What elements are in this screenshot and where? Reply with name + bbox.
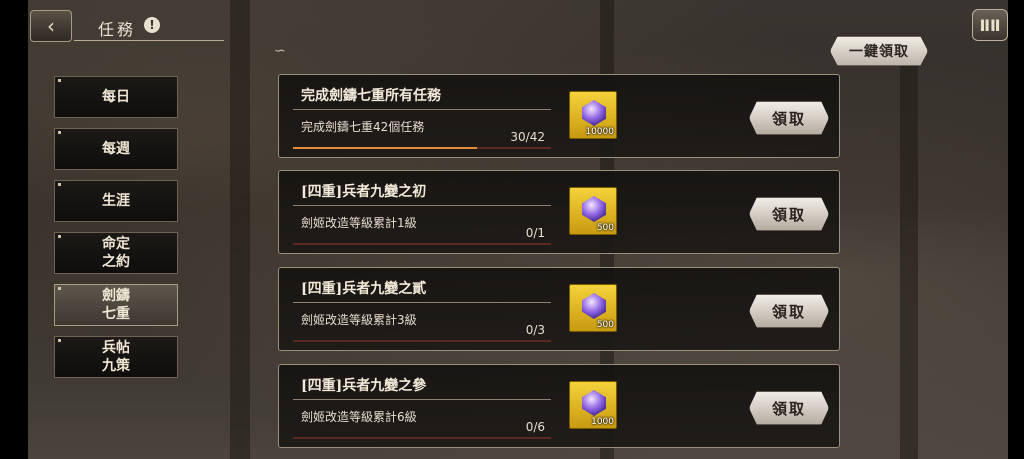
quest-title: [四重]兵者九變之貳 <box>301 281 427 297</box>
sidebar-tab-label: 兵帖 九策 <box>102 340 130 374</box>
quest-title: [四重]兵者九變之參 <box>301 378 427 394</box>
tab-corner-mark <box>58 79 61 82</box>
reward-amount: 500 <box>596 223 614 233</box>
sidebar-tab-2[interactable]: 生涯 <box>54 180 178 222</box>
quest-description: 劍姬改造等級累計3級 <box>301 313 417 327</box>
quest-title: [四重]兵者九變之初 <box>301 184 427 200</box>
menu-button[interactable]: ⅡⅡ <box>972 9 1008 41</box>
info-icon[interactable]: ! <box>144 17 160 33</box>
quest-progress-text: 0/1 <box>525 226 545 240</box>
reward-amount: 1000 <box>591 417 614 427</box>
quest-progress-text: 0/6 <box>525 420 545 434</box>
reward-item[interactable]: 500 <box>569 187 617 235</box>
quest-description: 完成劍鑄七重42個任務 <box>301 120 425 134</box>
quest-divider <box>293 302 551 303</box>
page-title: 任務 <box>98 20 137 39</box>
quest-divider <box>293 205 551 206</box>
quest-progress-bar <box>293 340 551 342</box>
sidebar-tab-label: 劍鑄 七重 <box>102 288 130 322</box>
quest-progress-bar <box>293 147 551 149</box>
quest-card: 完成劍鑄七重所有任務 完成劍鑄七重42個任務 30/42 10000 領取 <box>278 74 840 158</box>
quest-progress-bar <box>293 243 551 245</box>
reward-item[interactable]: 10000 <box>569 91 617 139</box>
sidebar-tab-0[interactable]: 每日 <box>54 76 178 118</box>
claim-all-button[interactable]: 一鍵領取 <box>830 36 928 66</box>
quest-card: [四重]兵者九變之參 劍姬改造等級累計6級 0/6 1000 領取 <box>278 364 840 448</box>
sidebar-tab-1[interactable]: 每週 <box>54 128 178 170</box>
quest-progress-fill <box>293 147 478 149</box>
gem-icon <box>582 100 606 126</box>
reward-item[interactable]: 1000 <box>569 381 617 429</box>
quest-progress-text: 30/42 <box>510 130 545 144</box>
sidebar-tab-label: 生涯 <box>102 193 130 209</box>
menu-grid-icon: ⅡⅡ <box>979 15 1001 35</box>
gem-icon <box>582 293 606 319</box>
reward-amount: 10000 <box>585 127 614 137</box>
sidebar-tab-label: 每週 <box>102 141 130 157</box>
quest-title: 完成劍鑄七重所有任務 <box>301 88 441 104</box>
tab-corner-mark <box>58 235 61 238</box>
gem-icon <box>582 196 606 222</box>
quest-card: [四重]兵者九變之初 劍姬改造等級累計1級 0/1 500 領取 <box>278 170 840 254</box>
left-frame <box>0 0 28 459</box>
decorative-swirl-icon: ∽ <box>274 43 286 59</box>
back-arrow-icon: ‹ <box>47 14 55 38</box>
gem-icon <box>582 390 606 416</box>
sidebar-tab-4[interactable]: 劍鑄 七重 <box>54 284 178 326</box>
claim-button[interactable]: 領取 <box>749 101 829 135</box>
reward-amount: 500 <box>596 320 614 330</box>
sidebar-tab-label: 每日 <box>102 89 130 105</box>
claim-button[interactable]: 領取 <box>749 391 829 425</box>
reward-item[interactable]: 500 <box>569 284 617 332</box>
quest-description: 劍姬改造等級累計6級 <box>301 410 417 424</box>
tab-corner-mark <box>58 287 61 290</box>
quest-progress-text: 0/3 <box>525 323 545 337</box>
sidebar-tab-5[interactable]: 兵帖 九策 <box>54 336 178 378</box>
quest-divider <box>293 399 551 400</box>
tab-corner-mark <box>58 183 61 186</box>
tab-corner-mark <box>58 339 61 342</box>
back-button[interactable]: ‹ <box>30 10 72 42</box>
quest-progress-bar <box>293 437 551 439</box>
quest-description: 劍姬改造等級累計1級 <box>301 216 417 230</box>
sidebar-tab-3[interactable]: 命定 之約 <box>54 232 178 274</box>
sidebar-tab-label: 命定 之約 <box>102 236 130 270</box>
tab-corner-mark <box>58 131 61 134</box>
claim-button[interactable]: 領取 <box>749 197 829 231</box>
page-title-bar: 任務 ! ∽ <box>74 12 286 59</box>
quest-card: [四重]兵者九變之貳 劍姬改造等級累計3級 0/3 500 領取 <box>278 267 840 351</box>
quest-divider <box>293 109 551 110</box>
right-frame <box>1008 0 1024 459</box>
claim-button[interactable]: 領取 <box>749 294 829 328</box>
